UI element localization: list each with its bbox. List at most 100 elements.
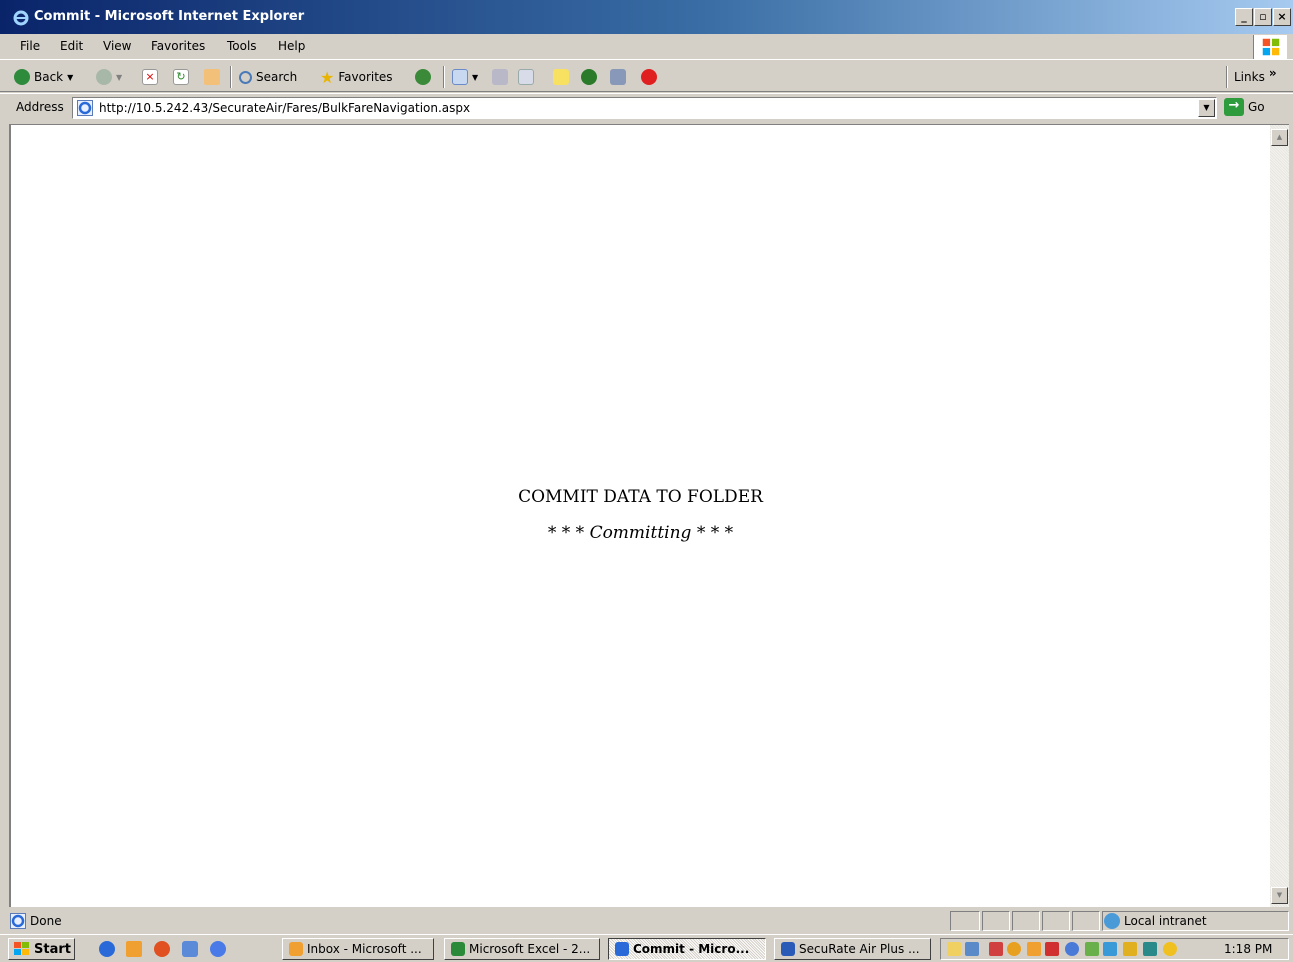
chevron-down-icon: ▼ [116,72,123,82]
menu-tools[interactable]: Tools [227,39,257,53]
stop-icon: × [142,69,158,85]
address-input[interactable]: http://10.5.242.43/SecurateAir/Fares/Bul… [72,97,1217,119]
toolbar: Back ▼ ▼ × ↻ Search ★ Favorites ▼ Links … [0,62,1293,92]
address-label: Address [16,100,64,114]
task-commit[interactable]: Commit - Micro... [608,938,766,960]
scroll-up-button[interactable]: ▲ [1271,129,1288,146]
sync-tray-icon[interactable] [1065,942,1079,956]
home-button[interactable] [204,67,220,87]
menu-view[interactable]: View [103,39,131,53]
media-player-quicklaunch-icon[interactable] [210,941,226,957]
search-icon [239,70,252,84]
forward-arrow-icon [96,69,112,85]
menu-bar: File Edit View Favorites Tools Help [0,34,1293,60]
start-label: Start [34,941,71,957]
links-button[interactable]: Links » [1234,66,1277,87]
desktop-quicklaunch-icon[interactable] [182,941,198,957]
task-inbox[interactable]: Inbox - Microsoft ... [282,938,434,960]
print-button[interactable] [492,67,508,87]
reminder-tray-icon[interactable] [1027,942,1041,956]
connection-tray-icon[interactable] [1103,942,1117,956]
history-icon [415,69,431,85]
globe-button[interactable] [581,67,597,87]
chevron-right-icon: » [1268,66,1277,80]
go-label: Go [1248,100,1265,114]
back-arrow-icon [14,69,30,85]
page-content: COMMIT DATA TO FOLDER * * * Committing *… [9,124,1270,907]
favorites-button[interactable]: ★ Favorites [320,67,393,87]
task-label: Inbox - Microsoft ... [307,942,422,956]
minimize-button[interactable]: _ [1235,8,1253,26]
discuss-button[interactable] [553,67,569,87]
ie-page-icon [77,100,93,116]
close-button[interactable]: × [1273,8,1291,26]
back-label: Back [34,70,64,84]
menu-favorites[interactable]: Favorites [151,39,205,53]
antivirus-tray-icon[interactable] [1085,942,1099,956]
lock-tray-icon[interactable] [1007,942,1021,956]
clock[interactable]: 1:18 PM [1224,942,1272,956]
start-button[interactable]: Start [8,938,75,960]
network-tray-icon[interactable] [965,942,979,956]
edit-button[interactable] [518,67,534,87]
status-word: Committing [589,523,692,543]
ie-icon [615,942,629,956]
messenger-button[interactable] [610,67,626,87]
status-text: Done [30,914,62,928]
status-bar: Done Local intranet [0,909,1293,933]
windows-logo-icon [1253,35,1287,59]
status-done: Done [10,913,62,929]
address-dropdown-button[interactable]: ▼ [1198,99,1215,117]
research-button[interactable] [641,67,657,87]
go-button[interactable]: → Go [1224,98,1265,116]
status-prefix: * * * [547,523,590,543]
edit-icon [518,69,534,85]
task-label: SecuRate Air Plus ... [799,942,920,956]
title-bar[interactable]: Commit - Microsoft Internet Explorer _ ▫… [0,0,1293,34]
mail-tray-icon[interactable] [947,942,961,956]
task-excel[interactable]: Microsoft Excel - 2... [444,938,600,960]
star-icon: ★ [320,67,335,87]
forward-button[interactable]: ▼ [96,67,122,87]
windows-logo-icon [14,942,29,955]
search-button[interactable]: Search [239,67,297,87]
tool-tray-icon[interactable] [1123,942,1137,956]
vertical-scrollbar[interactable]: ▲ ▼ [1270,124,1289,907]
status-pane [1072,911,1100,931]
maximize-button[interactable]: ▫ [1254,8,1272,26]
print-icon [492,69,508,85]
go-arrow-icon: → [1224,98,1244,116]
links-label: Links [1234,70,1265,84]
status-pane [1042,911,1070,931]
ie-page-icon [10,913,26,929]
refresh-icon: ↻ [173,69,189,85]
lifebuoy-icon [641,69,657,85]
ie-quicklaunch-icon[interactable] [99,941,115,957]
stop-button[interactable]: × [142,67,158,87]
security-tray-icon[interactable] [989,942,1003,956]
history-button[interactable] [415,67,431,87]
task-securate[interactable]: SecuRate Air Plus ... [774,938,931,960]
app-tray-icon[interactable] [1045,942,1059,956]
search-tray-icon[interactable] [1143,942,1157,956]
status-suffix: * * * [691,523,734,543]
outlook-icon [289,942,303,956]
toolbar-separator [230,66,232,88]
menu-file[interactable]: File [20,39,40,53]
address-url: http://10.5.242.43/SecurateAir/Fares/Bul… [99,101,471,115]
menu-edit[interactable]: Edit [60,39,83,53]
task-label: Microsoft Excel - 2... [469,942,591,956]
security-zone[interactable]: Local intranet [1104,913,1207,929]
zone-label: Local intranet [1124,914,1207,928]
firefox-quicklaunch-icon[interactable] [154,941,170,957]
refresh-button[interactable]: ↻ [173,67,189,87]
chevron-down-icon: ▼ [67,72,74,82]
update-tray-icon[interactable] [1163,942,1177,956]
back-button[interactable]: Back ▼ [14,67,73,87]
excel-icon [451,942,465,956]
menu-help[interactable]: Help [278,39,305,53]
search-label: Search [256,70,298,84]
outlook-quicklaunch-icon[interactable] [126,941,142,957]
scroll-down-button[interactable]: ▼ [1271,887,1288,904]
mail-button[interactable]: ▼ [452,67,478,87]
